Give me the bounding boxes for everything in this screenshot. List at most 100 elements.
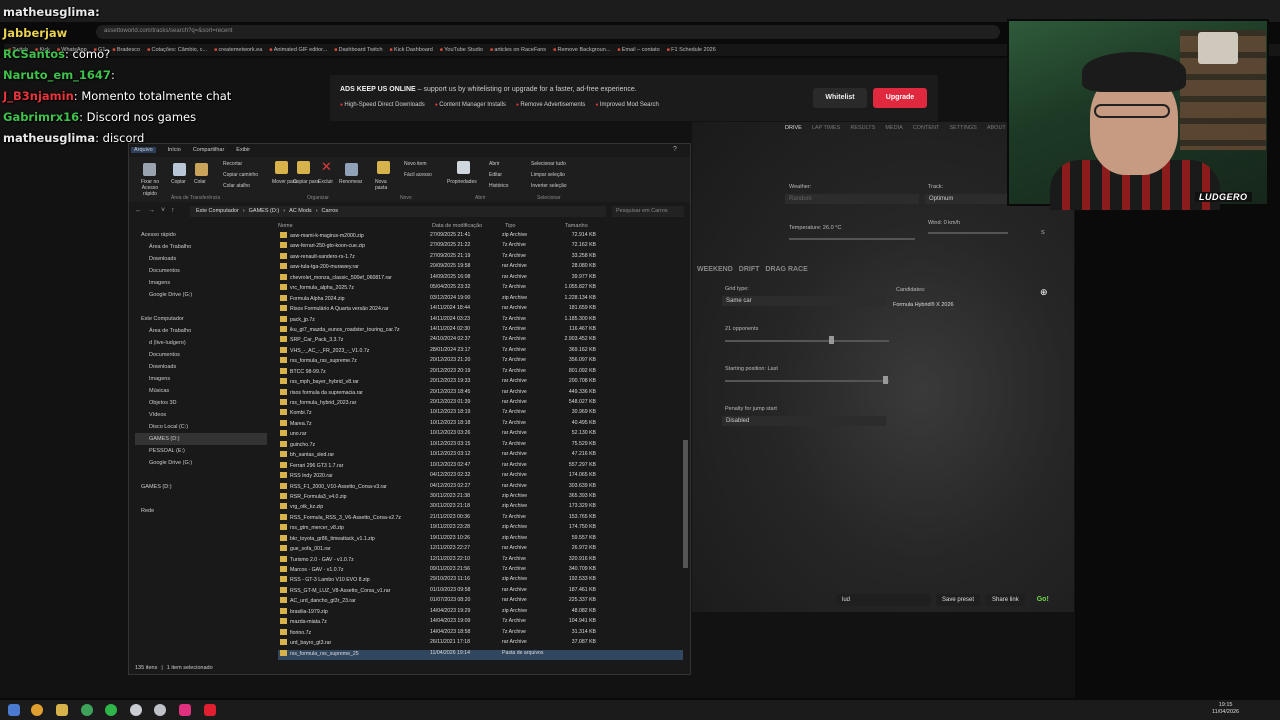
ribbon-tabs[interactable]: Arquivo Início Compartilhar Exibir (131, 147, 250, 153)
tree-item[interactable]: GAMES (D:) (135, 433, 267, 445)
tree-item[interactable]: Acesso rápido (135, 229, 267, 241)
file-name[interactable]: Risos Formulário A Quarta versão 2024.ra… (278, 305, 430, 315)
file-name[interactable]: uno.rar (278, 430, 430, 440)
file-row[interactable]: vrg_otk_kz.zip 30/11/2023 21:18 zip Archiv… (278, 503, 683, 513)
nav-arrows[interactable]: ←→˅↑ (135, 207, 181, 214)
tree-item[interactable]: Objetos 3D (135, 397, 267, 409)
file-row[interactable]: AC_urd_dancho_gt3r_23.rar 01/07/2023 08:2… (278, 597, 683, 607)
file-row[interactable]: RSS_Formula_RSS_3_V6-Assetto_Corsa-v2.7z… (278, 514, 683, 524)
tree-item[interactable]: Músicas (135, 385, 267, 397)
bookmark-item[interactable]: articles on RaceFans (490, 47, 546, 53)
preset-select[interactable]: lud (836, 593, 930, 606)
file-name[interactable]: vrg_otk_kz.zip (278, 503, 430, 513)
file-name[interactable]: RSS Indy 2020.rar (278, 472, 430, 482)
file-name[interactable]: Formula Alpha 2024.zip (278, 295, 430, 305)
file-row[interactable]: Kombi.7z 10/12/2023 18:19 7z Archive 30.969… (278, 409, 683, 419)
file-explorer-icon[interactable] (56, 704, 68, 716)
easy-access-button[interactable]: Fácil acesso (404, 172, 432, 178)
candidate-item[interactable]: Formula Hybrid® X 2026 (893, 302, 954, 308)
file-row[interactable]: asw-ferrari-250-gto-koon-cue.zip 27/09/20… (278, 242, 683, 252)
ribbon-tab[interactable]: Arquivo (131, 147, 156, 153)
penalty-select[interactable]: Disabled (722, 416, 886, 426)
open-button[interactable]: Abrir (489, 161, 500, 167)
track-select[interactable]: Optimum (925, 194, 1007, 204)
file-row[interactable]: pack_jp.7z 14/11/2024 03:23 7z Archive 1.18… (278, 316, 683, 326)
path-segment[interactable]: Carros (322, 208, 339, 215)
explorer-search-input[interactable]: Pesquisar em Carros (612, 206, 684, 217)
whatsapp-icon[interactable] (105, 704, 117, 716)
tree-item[interactable]: d (live-ludgero) (135, 337, 267, 349)
col-type[interactable]: Tipo (505, 223, 516, 229)
file-name[interactable]: Marea.7z (278, 420, 430, 430)
tree-item[interactable]: Área de Trabalho (135, 241, 267, 253)
weather-select[interactable]: Random (785, 194, 919, 204)
file-row[interactable]: bkr_toyota_gr86_timeattack_v1.1.zip 19/11… (278, 535, 683, 545)
bookmark-item[interactable]: Kick Dashboard (390, 47, 433, 53)
file-name[interactable]: brasilia-1979.zip (278, 608, 430, 618)
temperature-slider[interactable] (789, 238, 915, 240)
file-row[interactable]: Turismo 2.0 - GAV - v1.0.7z 12/11/2023 22… (278, 556, 683, 566)
copy-icon[interactable] (173, 163, 186, 176)
file-name[interactable]: Turismo 2.0 - GAV - v1.0.7z (278, 556, 430, 566)
col-date[interactable]: Data de modificação (432, 223, 482, 229)
bookmark-item[interactable]: Animated GIF editor... (269, 47, 328, 53)
file-row[interactable]: rss_formula_rss_supreme.7z 20/12/2023 21:… (278, 357, 683, 367)
go-button[interactable]: Go! (1031, 593, 1055, 606)
file-name[interactable]: RSS_GT-M_LUZ_V8-Assetto_Corsa_v1.rar (278, 587, 430, 597)
file-name[interactable]: bkr_toyota_gr86_timeattack_v1.1.zip (278, 535, 430, 545)
path-segment[interactable]: Este Computador (196, 208, 239, 215)
paste-shortcut-button[interactable]: Colar atalho (223, 183, 250, 189)
paste-icon[interactable] (195, 163, 208, 176)
file-row[interactable]: rss_formula_rss_supreme_25 11/04/2026 19:… (278, 649, 683, 660)
new-item-button[interactable]: Novo item (404, 161, 427, 167)
tree-item[interactable]: Downloads (135, 361, 267, 373)
file-name[interactable]: risos formula da supremacia.rar (278, 389, 430, 399)
game-nav-item[interactable]: MEDIA (885, 125, 902, 131)
invert-selection-button[interactable]: Inverter seleção (531, 183, 567, 189)
history-button[interactable]: Histórico (489, 183, 508, 189)
file-row[interactable]: Formula Alpha 2024.zip 03/12/2024 19:00 zi… (278, 295, 683, 305)
settings-icon[interactable] (154, 704, 166, 716)
file-row[interactable]: SRP_Car_Pack_3.3.7z 24/10/2024 02:37 7z Ar… (278, 336, 683, 346)
move-to-icon[interactable] (275, 161, 288, 174)
tree-item[interactable]: Imagens (135, 277, 267, 289)
mode-tab[interactable]: DRIFT (739, 266, 760, 273)
select-none-button[interactable]: Limpar seleção (531, 172, 565, 178)
delete-label[interactable]: Excluir (318, 179, 333, 185)
file-row[interactable]: iku_gt7_mazda_eunos_roadster_touring_car… (278, 326, 683, 336)
bookmark-item[interactable]: F1 Schedule 2026 (667, 47, 716, 53)
tree-item[interactable] (135, 469, 267, 481)
rename-icon[interactable] (345, 163, 358, 176)
file-name[interactable]: rss_formula_hybrid_2023.rar (278, 399, 430, 409)
file-row[interactable]: asw-renault-sandero-rs-1.7z 27/09/2025 21… (278, 253, 683, 263)
select-all-button[interactable]: Selecionar tudo (531, 161, 566, 167)
file-name[interactable]: RSR_Formula3_v4.0.zip (278, 493, 430, 503)
file-row[interactable]: Risos Formulário A Quarta versão 2024.ra… (278, 305, 683, 315)
file-row[interactable]: RSS_GT-M_LUZ_V8-Assetto_Corsa_v1.rar 01/1… (278, 587, 683, 597)
bookmark-item[interactable]: YouTube Studio (440, 47, 483, 53)
ribbon-tab[interactable]: Exibir (236, 147, 250, 153)
file-row[interactable]: bh_santas_sled.rar 10/12/2023 03:12 rar Ar… (278, 451, 683, 461)
file-row[interactable]: gue_sofa_001.rar 12/11/2023 22:27 rar Arch… (278, 545, 683, 555)
file-row[interactable]: BTCC 98-99.7z 20/12/2023 20:19 7z Archive 8… (278, 368, 683, 378)
xbox-icon[interactable] (81, 704, 93, 716)
file-row[interactable]: fiorino.7z 14/04/2023 18:58 7z Archive 31.3… (278, 629, 683, 639)
file-name[interactable]: Marcos - GAV - v1.0.7z (278, 566, 430, 576)
copy-label[interactable]: Copiar (171, 179, 186, 185)
rename-label[interactable]: Renomear (339, 179, 362, 185)
file-name[interactable]: AC_urd_dancho_gt3r_23.rar (278, 597, 430, 607)
tree-item[interactable]: Google Drive (G:) (135, 289, 267, 301)
tree-item[interactable]: Este Computador (135, 313, 267, 325)
file-name[interactable]: asw-renault-sandero-rs-1.7z (278, 253, 430, 263)
file-row[interactable]: vrc_formula_alpha_2025.7z 05/04/2025 23:3… (278, 284, 683, 294)
col-size[interactable]: Tamanho (565, 223, 588, 229)
file-row[interactable]: Marea.7z 10/12/2023 18:18 7z Archive 40.495… (278, 420, 683, 430)
tree-item[interactable]: Imagens (135, 373, 267, 385)
delete-icon[interactable]: ✕ (321, 159, 332, 175)
file-name[interactable]: asw-mami-k-magirus-m2000.zip (278, 232, 430, 242)
file-name[interactable]: rss_formula_rss_supreme.7z (278, 357, 430, 367)
help-icon[interactable]: ? (673, 146, 677, 153)
path-segment[interactable]: AC Mods (289, 208, 312, 215)
file-row[interactable]: Ferrari 296 GT3 1.7.rar 10/12/2023 02:47 r… (278, 462, 683, 472)
file-row[interactable]: brasilia-1979.zip 14/04/2023 19:29 zip Arc… (278, 608, 683, 618)
